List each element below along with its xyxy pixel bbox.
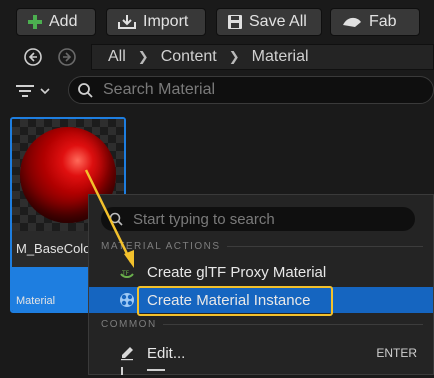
back-arrow-icon — [24, 48, 42, 66]
import-icon — [118, 15, 136, 29]
filter-button[interactable] — [16, 80, 60, 102]
svg-text:TF: TF — [121, 270, 130, 277]
save-icon — [228, 15, 242, 29]
menu-search-input[interactable] — [131, 209, 405, 229]
search-icon — [109, 212, 123, 226]
material-instance-icon — [120, 293, 134, 307]
add-button-label: Add — [49, 13, 78, 30]
breadcrumb-item-all[interactable]: All — [108, 48, 126, 66]
forward-button[interactable] — [56, 46, 78, 68]
fab-button[interactable]: Fab — [330, 8, 420, 36]
next-item-label — [147, 369, 165, 378]
context-menu: MATERIAL ACTIONS TF Create glTF Proxy Ma… — [88, 194, 434, 375]
section-label: COMMON — [101, 319, 157, 330]
import-button[interactable]: Import — [106, 8, 206, 36]
breadcrumb: All ❯ Content ❯ Material — [91, 44, 434, 70]
pencil-icon — [121, 347, 133, 361]
annotation-highlight-box — [137, 286, 333, 316]
chevron-down-icon — [40, 88, 50, 95]
section-label: MATERIAL ACTIONS — [101, 241, 221, 252]
section-header-material-actions: MATERIAL ACTIONS — [101, 241, 423, 252]
divider — [226, 246, 423, 247]
plus-icon — [28, 15, 42, 29]
menu-item-label: Edit... — [147, 344, 186, 362]
fab-button-label: Fab — [369, 13, 397, 30]
breadcrumb-item-material[interactable]: Material — [252, 48, 309, 66]
back-button[interactable] — [22, 46, 44, 68]
search-icon — [78, 83, 93, 98]
divider — [162, 324, 423, 325]
menu-search-box — [101, 207, 415, 231]
chevron-right-icon: ❯ — [137, 49, 149, 64]
add-button[interactable]: Add — [16, 8, 96, 36]
gltf-icon: TF — [120, 270, 134, 278]
chevron-right-icon: ❯ — [228, 49, 240, 64]
asset-name: M_BaseColor — [16, 241, 95, 256]
search-input[interactable] — [101, 80, 405, 100]
search-box — [68, 76, 434, 104]
save-all-button[interactable]: Save All — [216, 8, 322, 36]
section-header-common: COMMON — [101, 319, 423, 330]
shortcut-label: ENTER — [376, 346, 417, 360]
menu-item-create-gltf-proxy[interactable]: TF Create glTF Proxy Material — [89, 259, 433, 285]
next-item-icon — [121, 367, 123, 375]
menu-item-label: Create glTF Proxy Material — [147, 263, 327, 281]
filter-icon — [16, 85, 34, 97]
save-all-button-label: Save All — [249, 13, 307, 30]
asset-type: Material — [16, 295, 56, 307]
breadcrumb-item-content[interactable]: Content — [161, 48, 217, 66]
menu-item-edit[interactable]: Edit... ENTER — [89, 340, 433, 366]
import-button-label: Import — [143, 13, 189, 30]
fab-icon — [343, 17, 361, 27]
forward-arrow-icon — [58, 48, 76, 66]
